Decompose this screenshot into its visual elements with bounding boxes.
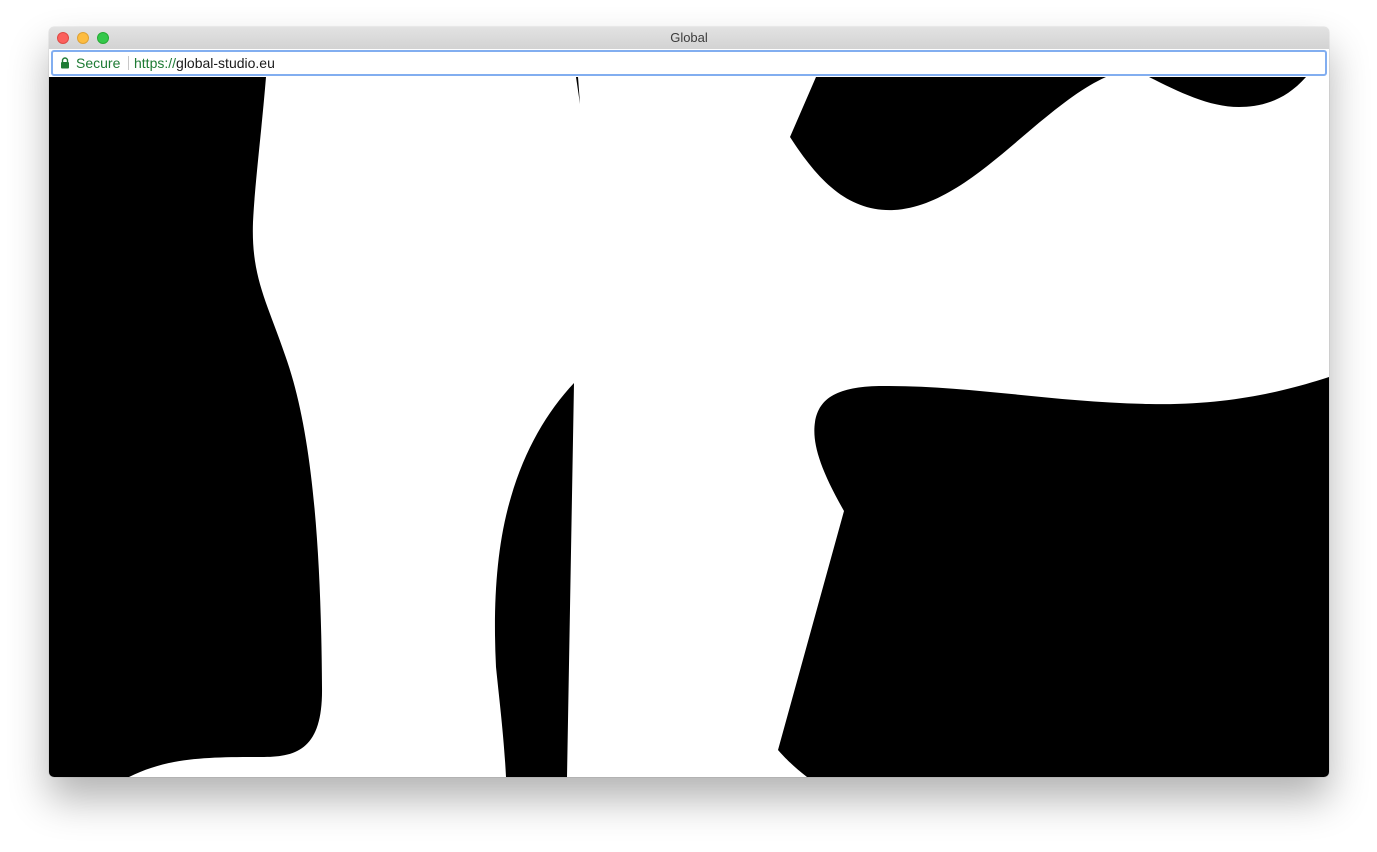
- page-artwork: [129, 77, 1329, 777]
- page-viewport[interactable]: [49, 77, 1329, 777]
- white-blob-shape: [129, 77, 1329, 777]
- title-bar[interactable]: Global: [49, 27, 1329, 49]
- url-text[interactable]: https://global-studio.eu: [134, 52, 275, 74]
- url-host: global-studio.eu: [176, 55, 275, 71]
- url-scheme: https://: [134, 55, 177, 71]
- lock-icon: [61, 57, 69, 69]
- address-divider: [128, 56, 129, 70]
- window-title: Global: [670, 30, 708, 45]
- address-bar[interactable]: Secure https://global-studio.eu: [51, 50, 1327, 76]
- security-label: Secure: [76, 55, 121, 71]
- browser-window: Global Secure https://global-studio.eu: [49, 27, 1329, 777]
